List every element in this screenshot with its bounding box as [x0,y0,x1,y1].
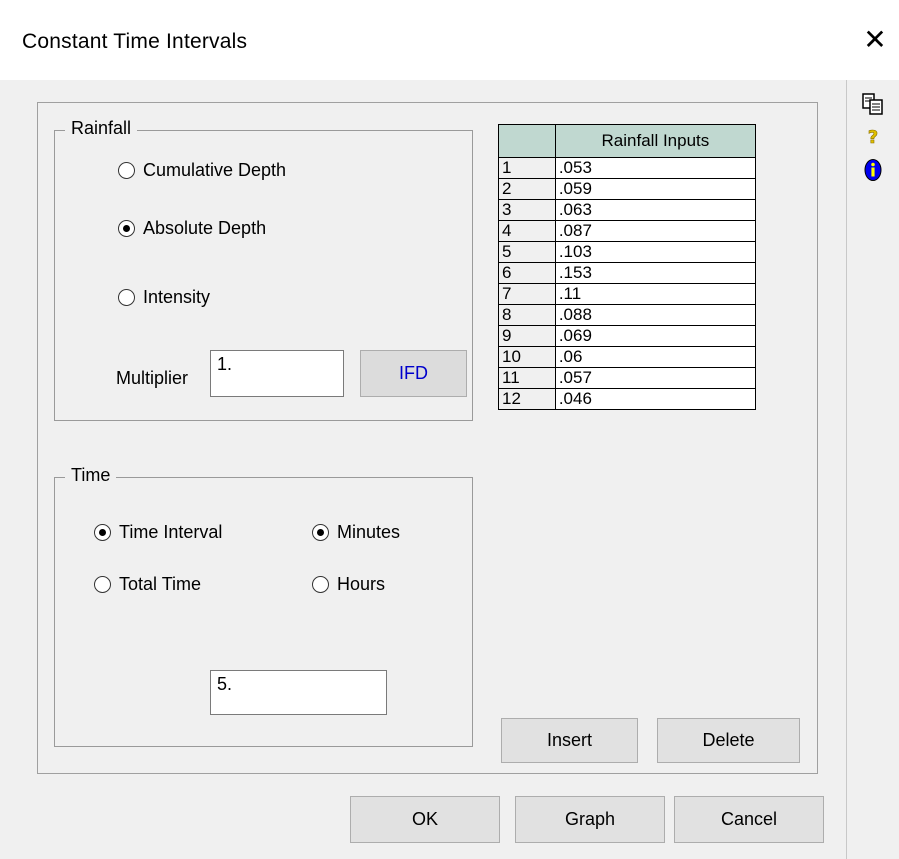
table-row: 6.153 [498,262,757,284]
row-value-cell[interactable]: .046 [554,388,757,410]
row-number: 9 [498,325,556,347]
table-row: 9.069 [498,325,757,347]
ok-button[interactable]: OK [350,796,500,843]
row-number: 3 [498,199,556,221]
radio-dot [312,524,329,541]
radio-absolute-depth[interactable]: Absolute Depth [118,218,266,239]
radio-label: Total Time [119,574,202,594]
table-row: 4.087 [498,220,757,242]
radio-dot [118,162,135,179]
radio-hours[interactable]: Hours [312,574,385,595]
multiplier-label: Multiplier [116,368,189,388]
radio-dot [94,524,111,541]
row-number: 8 [498,304,556,326]
table-header-row: Rainfall Inputs [498,124,757,158]
time-value-input[interactable]: 5. [210,670,387,715]
radio-label: Hours [337,574,386,594]
radio-dot [118,220,135,237]
graph-button[interactable]: Graph [515,796,665,843]
copy-icon[interactable] [861,92,885,116]
row-value-cell[interactable]: .153 [554,262,757,284]
row-number: 11 [498,367,556,389]
multiplier-input[interactable]: 1. [210,350,344,397]
radio-label: Intensity [143,287,211,307]
radio-dot [94,576,111,593]
delete-button[interactable]: Delete [657,718,800,763]
row-value-cell[interactable]: .057 [554,367,757,389]
radio-label: Time Interval [119,522,223,542]
rainfall-table: Rainfall Inputs 1.053 2.059 3.063 4.087 … [498,124,757,410]
table-row: 7.11 [498,283,757,305]
row-value-cell[interactable]: .06 [554,346,757,368]
radio-label: Absolute Depth [143,218,267,238]
close-icon[interactable]: ✕ [860,26,890,56]
row-number: 2 [498,178,556,200]
row-value-cell[interactable]: .063 [554,199,757,221]
table-row: 8.088 [498,304,757,326]
title-bar: Constant Time Intervals ✕ [0,0,899,80]
window-title: Constant Time Intervals [22,30,248,53]
table-row: 11.057 [498,367,757,389]
row-number: 4 [498,220,556,242]
table-row: 3.063 [498,199,757,221]
corner-cell [498,124,556,158]
time-legend: Time [65,465,117,486]
table-row: 5.103 [498,241,757,263]
help-icon[interactable]: ? [861,124,885,148]
row-number: 5 [498,241,556,263]
row-value-cell[interactable]: .059 [554,178,757,200]
radio-dot [312,576,329,593]
row-value-cell[interactable]: .103 [554,241,757,263]
right-toolbar: ? [846,80,899,859]
radio-label: Minutes [337,522,401,542]
row-number: 12 [498,388,556,410]
table-row: 10.06 [498,346,757,368]
radio-time-interval[interactable]: Time Interval [94,522,222,543]
row-number: 10 [498,346,556,368]
row-number: 1 [498,157,556,179]
ifd-button[interactable]: IFD [360,350,467,397]
table-row: 12.046 [498,388,757,410]
rainfall-inputs-grid: Rainfall Inputs 1.053 2.059 3.063 4.087 … [498,124,757,410]
row-value-cell[interactable]: .088 [554,304,757,326]
info-icon[interactable] [861,158,885,182]
radio-dot [118,289,135,306]
row-value-cell[interactable]: .087 [554,220,757,242]
column-header: Rainfall Inputs [554,124,757,158]
rainfall-legend: Rainfall [65,118,138,139]
row-number: 7 [498,283,556,305]
table-row: 2.059 [498,178,757,200]
radio-minutes[interactable]: Minutes [312,522,400,543]
radio-label: Cumulative Depth [143,160,287,180]
radio-cumulative-depth[interactable]: Cumulative Depth [118,160,286,181]
svg-text:?: ? [868,127,878,148]
row-value-cell[interactable]: .11 [554,283,757,305]
row-value-cell[interactable]: .053 [554,157,757,179]
row-number: 6 [498,262,556,284]
table-row: 1.053 [498,157,757,179]
row-value-cell[interactable]: .069 [554,325,757,347]
radio-total-time[interactable]: Total Time [94,574,201,595]
cancel-button[interactable]: Cancel [674,796,824,843]
radio-intensity[interactable]: Intensity [118,287,210,308]
insert-button[interactable]: Insert [501,718,638,763]
